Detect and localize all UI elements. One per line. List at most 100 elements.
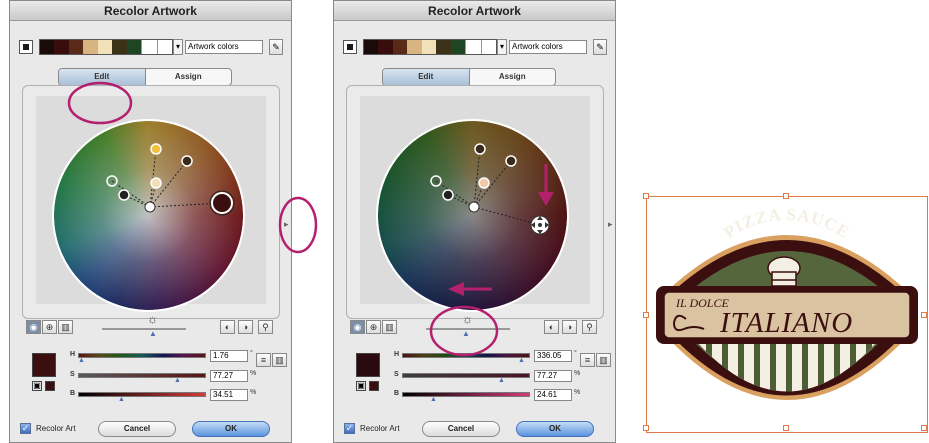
chevron-down-icon[interactable]: ▾: [173, 39, 183, 55]
segmented-wheel-icon[interactable]: ⊕: [366, 320, 381, 334]
chevron-down-icon[interactable]: ▾: [497, 39, 507, 55]
b-slider-thumb[interactable]: ▲: [430, 396, 437, 403]
swatch[interactable]: [436, 40, 451, 54]
remove-color-icon[interactable]: ◑: [238, 320, 253, 334]
swatch[interactable]: [83, 40, 98, 54]
h-value-field[interactable]: 336.05: [534, 350, 572, 362]
smooth-wheel-icon[interactable]: ◉: [350, 320, 365, 334]
s-label: S: [394, 371, 399, 378]
resize-handle[interactable]: [643, 193, 649, 199]
s-slider-thumb[interactable]: ▲: [498, 377, 505, 384]
hsb-controls: ▣ H ▲ 336.05 ° S ▲ 77.27 % B ▲ 24.61 % ≡…: [346, 347, 611, 407]
adjustment-menu-icon[interactable]: ≡: [256, 353, 271, 367]
remove-color-icon[interactable]: ◑: [562, 320, 577, 334]
selected-swatch[interactable]: [19, 40, 33, 54]
recolor-art-checkbox[interactable]: ✓: [20, 423, 31, 434]
color-group-row: ▾ Artwork colors ✎: [343, 39, 607, 55]
s-slider[interactable]: [402, 373, 530, 378]
swatch[interactable]: [126, 40, 142, 54]
tab-edit[interactable]: Edit: [383, 69, 470, 85]
recolor-art-checkbox[interactable]: ✓: [344, 423, 355, 434]
color-marker: [430, 175, 442, 187]
b-slider[interactable]: [402, 392, 530, 397]
segmented-wheel-icon[interactable]: ⊕: [42, 320, 57, 334]
swatch[interactable]: [97, 40, 113, 54]
swatch[interactable]: [141, 40, 157, 54]
resize-handle[interactable]: [783, 193, 789, 199]
h-slider[interactable]: [78, 353, 206, 358]
swatch[interactable]: [54, 40, 69, 54]
add-color-icon[interactable]: ◐: [220, 320, 235, 334]
swatch[interactable]: [407, 40, 422, 54]
color-wheel[interactable]: [376, 119, 569, 312]
swatch[interactable]: [112, 40, 127, 54]
s-slider[interactable]: [78, 373, 206, 378]
resize-handle[interactable]: [643, 312, 649, 318]
swatch[interactable]: [392, 40, 408, 54]
tab-assign[interactable]: Assign: [146, 69, 232, 85]
s-value-field[interactable]: 77.27: [210, 370, 248, 382]
h-slider-thumb[interactable]: ▲: [518, 357, 525, 364]
ok-button[interactable]: OK: [516, 421, 594, 437]
link-harmony-icon[interactable]: ⚲: [582, 320, 597, 334]
original-color-swatch[interactable]: [369, 381, 379, 391]
recolor-art-label: Recolor Art: [36, 424, 76, 433]
color-marker: [106, 175, 118, 187]
expand-panel-arrow[interactable]: ▸: [284, 219, 290, 229]
color-bars-icon[interactable]: ▥: [382, 320, 397, 334]
cube-icon[interactable]: ▣: [356, 381, 366, 391]
swatch[interactable]: [364, 40, 379, 54]
smooth-wheel-icon[interactable]: ◉: [26, 320, 41, 334]
save-color-group-icon[interactable]: ✎: [269, 39, 283, 55]
swatch[interactable]: [465, 40, 481, 54]
swatch[interactable]: [156, 40, 172, 54]
add-color-icon[interactable]: ◐: [544, 320, 559, 334]
swatch[interactable]: [421, 40, 437, 54]
cancel-button[interactable]: Cancel: [98, 421, 176, 437]
s-value-field[interactable]: 77.27: [534, 370, 572, 382]
resize-handle[interactable]: [921, 425, 927, 431]
brightness-slider-thumb[interactable]: ▲: [149, 329, 157, 338]
link-harmony-icon[interactable]: ⚲: [258, 320, 273, 334]
swatch[interactable]: [68, 40, 84, 54]
tab-edit[interactable]: Edit: [59, 69, 146, 85]
resize-handle[interactable]: [643, 425, 649, 431]
original-color-swatch[interactable]: [45, 381, 55, 391]
color-wheel[interactable]: [52, 119, 245, 312]
s-unit: %: [250, 370, 257, 377]
swatch[interactable]: [40, 40, 55, 54]
h-slider[interactable]: [402, 353, 530, 358]
color-mode-icon[interactable]: ▥: [596, 353, 611, 367]
color-group-swatches[interactable]: [363, 39, 497, 55]
b-slider[interactable]: [78, 392, 206, 397]
color-marker: [150, 143, 162, 155]
b-value-field[interactable]: 34.51: [210, 389, 248, 401]
color-group-swatches[interactable]: [39, 39, 173, 55]
chef-hat-icon: [767, 256, 801, 287]
adjustment-menu-icon[interactable]: ≡: [580, 353, 595, 367]
resize-handle[interactable]: [783, 425, 789, 431]
swatch[interactable]: [450, 40, 466, 54]
color-group-name-field[interactable]: Artwork colors: [185, 40, 263, 54]
b-value-field[interactable]: 24.61: [534, 389, 572, 401]
b-slider-thumb[interactable]: ▲: [118, 396, 125, 403]
color-mode-icon[interactable]: ▥: [272, 353, 287, 367]
s-slider-thumb[interactable]: ▲: [174, 377, 181, 384]
h-value-field[interactable]: 1.76: [210, 350, 248, 362]
brightness-slider[interactable]: [102, 328, 186, 330]
expand-panel-arrow[interactable]: ▸: [608, 219, 614, 229]
ok-button[interactable]: OK: [192, 421, 270, 437]
color-group-name-field[interactable]: Artwork colors: [509, 40, 587, 54]
selected-swatch[interactable]: [343, 40, 357, 54]
swatch[interactable]: [378, 40, 393, 54]
h-slider-thumb[interactable]: ▲: [78, 357, 85, 364]
recolor-art-label: Recolor Art: [360, 424, 400, 433]
s-unit: %: [574, 370, 581, 377]
swatch[interactable]: [480, 40, 496, 54]
cancel-button[interactable]: Cancel: [422, 421, 500, 437]
brightness-slider-thumb[interactable]: ▲: [462, 329, 470, 338]
color-bars-icon[interactable]: ▥: [58, 320, 73, 334]
save-color-group-icon[interactable]: ✎: [593, 39, 607, 55]
cube-icon[interactable]: ▣: [32, 381, 42, 391]
tab-assign[interactable]: Assign: [470, 69, 556, 85]
